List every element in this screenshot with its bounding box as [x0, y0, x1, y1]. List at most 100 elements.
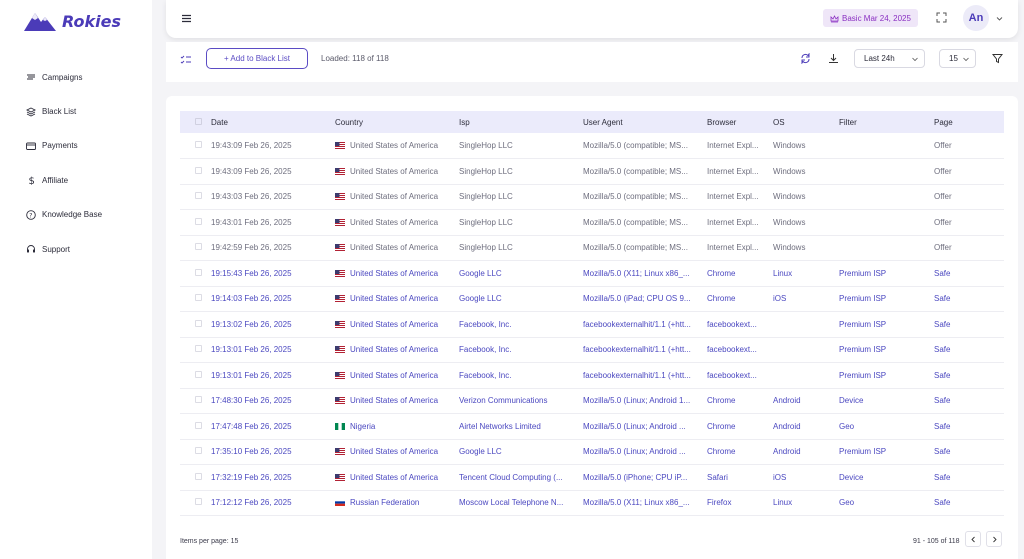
table-row[interactable]: 17:35:10 Feb 26, 2025 United States of Am… [180, 439, 1004, 465]
row-checkbox[interactable] [195, 421, 202, 429]
column-header-browser[interactable]: Browser [703, 111, 769, 133]
cell-isp: Tencent Cloud Computing (... [459, 472, 563, 482]
row-checkbox[interactable] [195, 166, 202, 174]
row-checkbox-cell[interactable] [180, 133, 207, 159]
row-checkbox-cell[interactable] [180, 159, 207, 185]
table-row[interactable]: 19:13:02 Feb 26, 2025 United States of Am… [180, 312, 1004, 338]
row-checkbox-cell[interactable] [180, 210, 207, 236]
row-checkbox[interactable] [195, 396, 202, 404]
table-row[interactable]: 19:43:01 Feb 26, 2025 United States of Am… [180, 210, 1004, 236]
cell-browser: Safari [707, 472, 728, 482]
row-checkbox-cell[interactable] [180, 184, 207, 210]
brand-logo[interactable]: Rokies [24, 11, 121, 31]
table-row[interactable]: 19:14:03 Feb 26, 2025 United States of Am… [180, 286, 1004, 312]
row-checkbox-cell[interactable] [180, 337, 207, 363]
row-checkbox[interactable] [195, 294, 202, 302]
row-checkbox-cell[interactable] [180, 465, 207, 491]
table-row[interactable]: 19:43:03 Feb 26, 2025 United States of Am… [180, 184, 1004, 210]
cell-date: 17:12:12 Feb 26, 2025 [211, 498, 292, 508]
download-icon[interactable] [828, 53, 839, 64]
row-checkbox[interactable] [195, 141, 202, 148]
column-header-user-agent[interactable]: User Agent [579, 111, 703, 133]
cell-filter [835, 210, 930, 236]
sidebar-item-support[interactable]: Support [26, 232, 102, 266]
column-header-filter[interactable]: Filter [835, 111, 930, 133]
russia-flag-icon [335, 499, 345, 507]
row-checkbox[interactable] [195, 447, 202, 455]
row-checkbox-cell[interactable] [180, 261, 207, 287]
row-checkbox-cell[interactable] [180, 235, 207, 261]
table-row[interactable]: 17:48:30 Feb 26, 2025 United States of Am… [180, 388, 1004, 414]
table-row[interactable]: 17:47:48 Feb 26, 2025 Nigeria Airtel Netwo… [180, 414, 1004, 440]
prev-page-button[interactable] [965, 531, 981, 547]
row-checkbox-cell[interactable] [180, 363, 207, 389]
dollar-icon: $ [29, 176, 35, 185]
table-row[interactable]: 19:15:43 Feb 26, 2025 United States of Am… [180, 261, 1004, 287]
row-checkbox-cell[interactable] [180, 490, 207, 516]
table-row[interactable]: 19:43:09 Feb 26, 2025 United States of Am… [180, 133, 1004, 159]
sidebar-item-campaigns[interactable]: Campaigns [26, 60, 102, 94]
sidebar-item-affiliate[interactable]: $ Affiliate [26, 163, 102, 197]
chevron-down-icon[interactable] [996, 15, 1003, 22]
select-all-cell[interactable] [180, 111, 207, 133]
sidebar-item-knowledge-base[interactable]: ? Knowledge Base [26, 198, 102, 232]
row-checkbox[interactable] [195, 192, 202, 200]
refresh-icon[interactable] [800, 53, 811, 64]
cell-filter: Device [839, 472, 864, 482]
row-checkbox-cell[interactable] [180, 312, 207, 338]
country-name: United States of America [350, 447, 439, 457]
cell-user-agent: Mozilla/5.0 (compatible; MS... [583, 166, 688, 176]
sidebar-item-payments[interactable]: Payments [26, 129, 102, 163]
column-header-date[interactable]: Date [207, 111, 331, 133]
row-checkbox-cell[interactable] [180, 414, 207, 440]
fullscreen-icon[interactable] [936, 12, 947, 23]
table-row[interactable]: 17:32:19 Feb 26, 2025 United States of Am… [180, 465, 1004, 491]
period-select[interactable]: Last 24h [854, 49, 925, 68]
checklist-icon[interactable] [180, 54, 192, 66]
table-row[interactable]: 19:13:01 Feb 26, 2025 United States of Am… [180, 363, 1004, 389]
cell-isp: Verizon Communications [459, 396, 548, 406]
cell-browser: Internet Expl... [707, 243, 759, 253]
cell-page: Safe [934, 472, 951, 482]
column-header-page[interactable]: Page [930, 111, 1004, 133]
row-checkbox[interactable] [195, 217, 202, 225]
row-checkbox[interactable] [195, 370, 202, 378]
add-to-black-list-button[interactable]: + Add to Black List [206, 48, 308, 69]
cell-user-agent: Mozilla/5.0 (X11; Linux x86_... [583, 498, 690, 508]
column-header-os[interactable]: OS [769, 111, 835, 133]
row-checkbox[interactable] [195, 268, 202, 276]
table-row[interactable]: 19:42:59 Feb 26, 2025 United States of Am… [180, 235, 1004, 261]
cell-page: Safe [934, 498, 951, 508]
table-row[interactable]: 17:12:12 Feb 26, 2025 Russian Federation M… [180, 490, 1004, 516]
cell-country: United States of America [331, 210, 455, 236]
table-row[interactable]: 19:43:09 Feb 26, 2025 United States of Am… [180, 159, 1004, 185]
help-icon: ? [26, 209, 36, 220]
row-checkbox-cell[interactable] [180, 286, 207, 312]
plan-badge[interactable]: Basic Mar 24, 2025 [823, 9, 918, 27]
page-size-select[interactable]: 15 [939, 49, 976, 68]
cell-os: Windows [773, 166, 806, 176]
cell-page: Safe [934, 421, 951, 431]
country-name: United States of America [350, 345, 439, 355]
row-checkbox[interactable] [195, 243, 202, 251]
column-header-country[interactable]: Country [331, 111, 455, 133]
menu-icon[interactable] [181, 13, 192, 24]
cell-os: Android [773, 396, 801, 406]
cell-browser: facebookext... [707, 345, 757, 355]
row-checkbox-cell[interactable] [180, 439, 207, 465]
table-row[interactable]: 19:13:01 Feb 26, 2025 United States of Am… [180, 337, 1004, 363]
next-page-button[interactable] [986, 531, 1002, 547]
row-checkbox-cell[interactable] [180, 388, 207, 414]
cell-country: United States of America [331, 465, 455, 491]
avatar[interactable]: An [963, 5, 989, 31]
cell-country: United States of America [331, 439, 455, 465]
row-checkbox[interactable] [195, 319, 202, 327]
filter-icon[interactable] [992, 53, 1003, 64]
cell-os: iOS [773, 294, 787, 304]
row-checkbox[interactable] [195, 345, 202, 353]
select-all-checkbox[interactable] [195, 117, 202, 125]
column-header-isp[interactable]: Isp [455, 111, 579, 133]
row-checkbox[interactable] [195, 498, 202, 506]
sidebar-item-black-list[interactable]: Black List [26, 94, 102, 128]
row-checkbox[interactable] [195, 472, 202, 480]
